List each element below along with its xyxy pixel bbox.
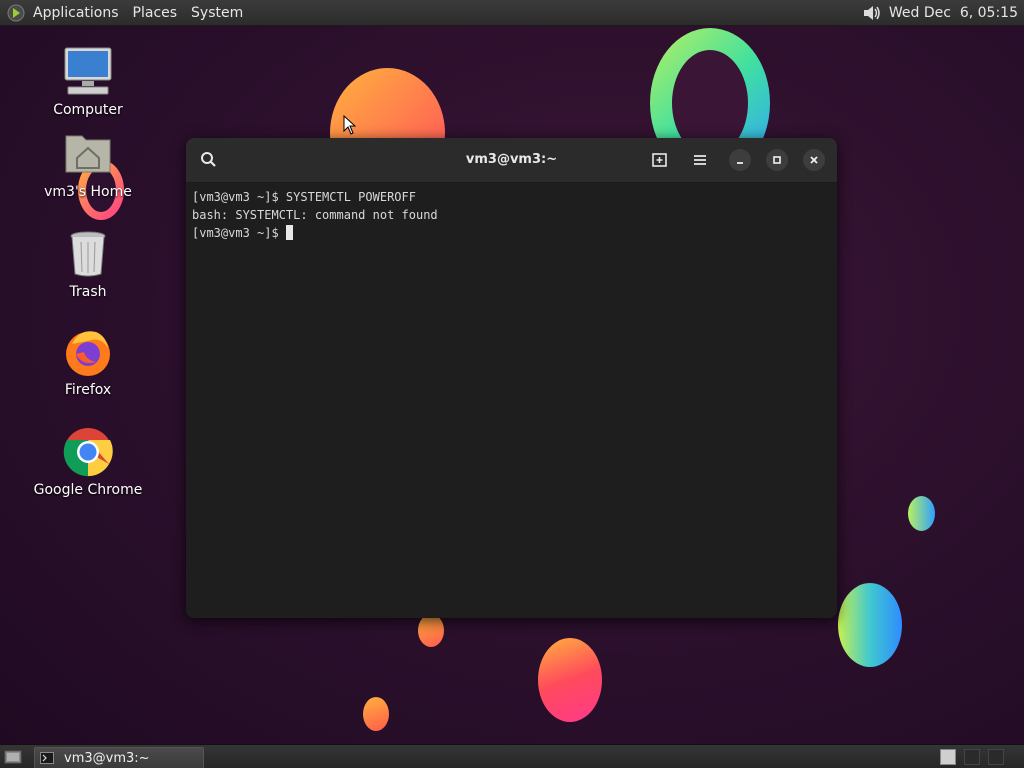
- panel-tray: Wed Dec 6, 05:15: [861, 0, 1018, 25]
- home-folder-icon: [65, 135, 111, 173]
- terminal-cursor: [285, 225, 293, 240]
- desktop-icon-trash[interactable]: Trash: [28, 228, 148, 300]
- wallpaper-dot-orange-2: [363, 697, 389, 731]
- new-tab-icon[interactable]: [650, 150, 670, 170]
- terminal-line: bash: SYSTEMCTL: command not found: [192, 208, 438, 222]
- terminal-window[interactable]: vm3@vm3:~ [vm3@vm3 ~]$ SYSTEMCTL POWEROF…: [186, 138, 837, 618]
- terminal-line: [vm3@vm3 ~]$ SYSTEMCTL POWEROFF: [192, 190, 416, 204]
- close-icon: [810, 156, 818, 164]
- desktop-icon-chrome[interactable]: Google Chrome: [28, 426, 148, 498]
- terminal-output[interactable]: [vm3@vm3 ~]$ SYSTEMCTL POWEROFF bash: SY…: [186, 183, 837, 247]
- clock[interactable]: Wed Dec 6, 05:15: [889, 5, 1018, 21]
- bottom-panel: vm3@vm3:~: [0, 744, 1024, 768]
- places-menu[interactable]: Places: [133, 5, 178, 21]
- terminal-titlebar[interactable]: vm3@vm3:~: [186, 138, 837, 183]
- desktop-icon-label: Google Chrome: [33, 482, 143, 498]
- taskbar-terminal-button[interactable]: vm3@vm3:~: [34, 747, 204, 768]
- workspace-1[interactable]: [940, 749, 956, 765]
- mouse-pointer-icon: [343, 115, 357, 135]
- maximize-icon: [773, 156, 781, 164]
- minimize-button[interactable]: [729, 149, 751, 171]
- volume-icon[interactable]: [861, 3, 883, 23]
- close-button[interactable]: [803, 149, 825, 171]
- terminal-prompt: [vm3@vm3 ~]$: [192, 226, 286, 240]
- computer-icon: [64, 47, 112, 95]
- desktop-icon-home[interactable]: vm3's Home: [28, 128, 148, 200]
- maximize-button[interactable]: [766, 149, 788, 171]
- top-panel: Applications Places System Wed Dec 6, 05…: [0, 0, 1024, 26]
- system-menu[interactable]: System: [191, 5, 243, 21]
- desktop-icon-label: Computer: [53, 102, 123, 118]
- wallpaper-dot-blue: [908, 496, 935, 531]
- desktop-icon-label: Firefox: [64, 382, 112, 398]
- wallpaper-blob-pink: [538, 638, 602, 722]
- desktop-icon-firefox[interactable]: Firefox: [28, 326, 148, 398]
- desktop-icon-computer[interactable]: Computer: [28, 46, 148, 118]
- workspace-3[interactable]: [988, 749, 1004, 765]
- desktop-icon-label: Trash: [69, 284, 107, 300]
- terminal-prompt-line[interactable]: [vm3@vm3 ~]$: [192, 224, 831, 242]
- trash-icon: [70, 231, 106, 277]
- chrome-icon: [63, 428, 113, 477]
- applications-menu[interactable]: Applications: [33, 5, 119, 21]
- menu-icon[interactable]: [690, 150, 710, 170]
- minimize-icon: [737, 162, 743, 164]
- terminal-icon: [40, 752, 54, 764]
- firefox-icon: [66, 331, 110, 376]
- workspace-2[interactable]: [964, 749, 980, 765]
- wallpaper-blob-greenblue: [838, 583, 902, 667]
- show-desktop-icon[interactable]: [4, 749, 22, 765]
- wallpaper-dot-orange: [418, 614, 444, 647]
- gnome-foot-icon[interactable]: [7, 4, 25, 22]
- taskbar-terminal-label: vm3@vm3:~: [64, 750, 150, 766]
- desktop-icon-label: vm3's Home: [44, 184, 132, 200]
